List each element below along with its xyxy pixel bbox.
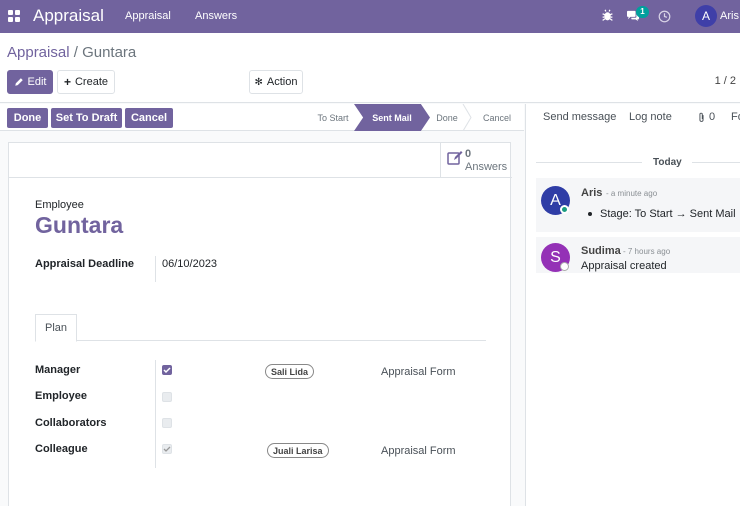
chatter-panel: Send message Log note 0 Fo Today A Aris … — [525, 104, 740, 506]
message-item: S Sudima - 7 hours ago Appraisal created — [536, 237, 740, 273]
colleague-checkbox[interactable] — [162, 444, 172, 454]
check-icon — [163, 367, 171, 374]
plan-row-label: Collaborators — [35, 417, 107, 429]
message-body: Appraisal created — [581, 260, 667, 272]
check-icon — [163, 446, 171, 452]
employee-field-label: Employee — [35, 199, 84, 211]
status-bar: Done Set To Draft Cancel To Start Sent M… — [0, 104, 524, 131]
employee-checkbox[interactable] — [162, 392, 172, 402]
message-author[interactable]: Aris — [581, 187, 602, 199]
message-text: Stage: To Start → Sent Mail — [600, 208, 736, 220]
gear-icon: ✻ — [254, 76, 263, 88]
create-button[interactable]: + Create — [57, 70, 115, 94]
send-message-button[interactable]: Send message — [543, 111, 616, 123]
breadcrumb-current: Guntara — [82, 44, 137, 61]
field-divider — [155, 256, 156, 282]
paperclip-icon — [699, 112, 704, 122]
breadcrumb-separator: / — [69, 44, 83, 61]
top-navbar: Appraisal Appraisal Answers 1 A Aris — [0, 0, 740, 33]
stage-to-start[interactable]: To Start — [310, 104, 356, 131]
plan-row-label: Employee — [35, 390, 87, 402]
log-note-button[interactable]: Log note — [629, 111, 672, 123]
employee-name[interactable]: Guntara — [35, 212, 123, 239]
follow-button[interactable]: Fo — [731, 111, 740, 123]
plus-icon: + — [63, 75, 71, 89]
control-panel: Appraisal / Guntara Edit + Create ✻ Acti… — [0, 33, 740, 103]
notebook-tabs: Plan — [35, 314, 486, 342]
colleague-tag[interactable]: Juali Larisa — [267, 443, 329, 458]
button-box: 0 Answers — [9, 143, 512, 178]
menu-answers[interactable]: Answers — [195, 10, 237, 22]
message-item: A Aris - a minute ago Stage: To Start → … — [536, 178, 740, 232]
edit-label: Edit — [27, 76, 47, 88]
message-author[interactable]: Sudima — [581, 245, 621, 257]
colleague-form[interactable]: Appraisal Form — [381, 445, 456, 457]
attachments-button[interactable]: 0 — [697, 111, 715, 123]
set-to-draft-button[interactable]: Set To Draft — [51, 108, 122, 128]
clock-icon[interactable] — [658, 10, 671, 23]
edit-square-icon — [447, 151, 463, 165]
deadline-label: Appraisal Deadline — [35, 258, 135, 270]
app-brand[interactable]: Appraisal — [33, 6, 104, 26]
answers-label: Answers — [465, 161, 508, 173]
pager-counter[interactable]: 1 / 2 — [715, 75, 736, 87]
stage-sent-mail[interactable]: Sent Mail — [354, 104, 430, 131]
action-button[interactable]: ✻ Action — [249, 70, 303, 94]
create-label: Create — [74, 76, 109, 88]
answers-count: 0 — [465, 148, 472, 160]
date-separator: Today — [653, 157, 682, 168]
message-time: - a minute ago — [606, 189, 658, 198]
manager-tag[interactable]: Sali Lida — [265, 364, 315, 379]
tab-plan[interactable]: Plan — [35, 314, 77, 342]
manager-form[interactable]: Appraisal Form — [381, 366, 456, 378]
presence-indicator — [560, 262, 569, 271]
chat-count-badge: 1 — [636, 6, 649, 18]
attachments-count: 0 — [709, 111, 716, 123]
action-label: Action — [266, 76, 298, 88]
divider-line — [692, 162, 740, 163]
menu-appraisal[interactable]: Appraisal — [125, 10, 171, 22]
answers-stat-button[interactable]: 0 Answers — [440, 143, 512, 178]
stage-done[interactable]: Done — [428, 104, 466, 131]
manager-checkbox[interactable] — [162, 365, 172, 375]
bullet — [588, 212, 592, 216]
stage-separator — [462, 104, 472, 131]
plan-row-label: Colleague — [35, 443, 88, 455]
bug-icon[interactable] — [601, 9, 614, 22]
divider-line — [536, 162, 642, 163]
apps-menu-icon[interactable] — [8, 10, 20, 22]
message-time: - 7 hours ago — [623, 247, 671, 256]
pencil-icon — [14, 78, 23, 86]
edit-button[interactable]: Edit — [7, 70, 53, 94]
user-avatar[interactable]: A — [695, 5, 717, 27]
user-name[interactable]: Aris — [720, 10, 739, 22]
message-body: Stage: To Start → Sent Mail — [588, 208, 736, 220]
collaborators-checkbox[interactable] — [162, 418, 172, 428]
plan-row-label: Manager — [35, 364, 81, 376]
stage-cancel[interactable]: Cancel — [474, 104, 520, 131]
cancel-button[interactable]: Cancel — [125, 108, 173, 128]
form-sheet: 0 Answers Employee Guntara Appraisal Dea… — [8, 142, 512, 506]
done-button[interactable]: Done — [7, 108, 48, 128]
breadcrumb-parent[interactable]: Appraisal — [7, 44, 70, 61]
deadline-value[interactable]: 06/10/2023 — [162, 258, 217, 270]
breadcrumb: Appraisal / Guntara — [7, 44, 136, 61]
plan-divider — [155, 360, 156, 468]
presence-indicator — [560, 205, 569, 214]
